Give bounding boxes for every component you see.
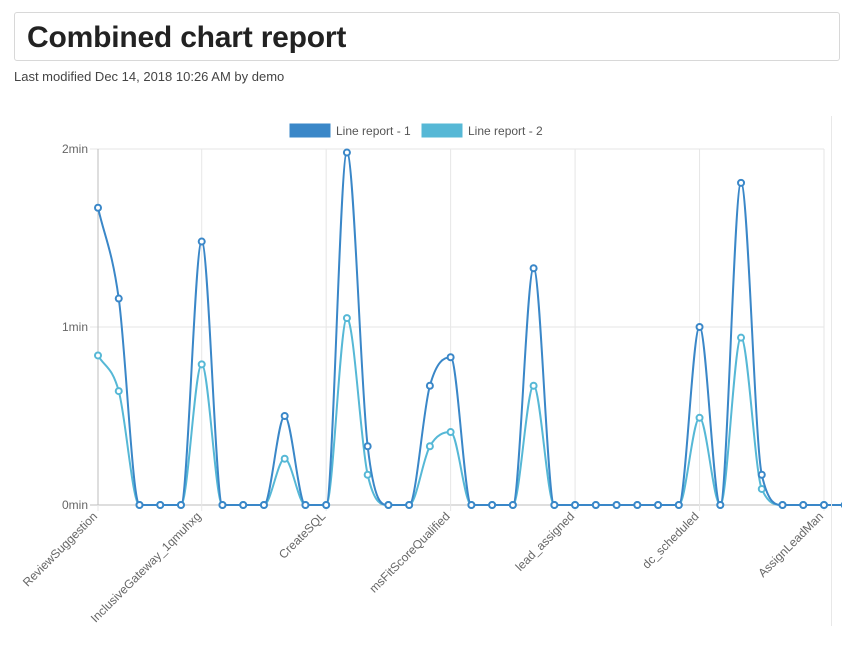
- legend-swatch-1: [290, 124, 330, 137]
- series-1-point: [95, 205, 101, 211]
- series-1-point: [697, 324, 703, 330]
- chart-panel: 0min 1min 2min ReviewSuggestionInclusiveGat…: [0, 112, 842, 652]
- x-tick-label: msFitScoreQualified: [366, 509, 452, 595]
- series-1-point: [261, 502, 267, 508]
- y-tick-label: 0min: [62, 498, 88, 512]
- series-2-point: [427, 443, 433, 449]
- line-chart: 0min 1min 2min ReviewSuggestionInclusiveGat…: [0, 112, 842, 652]
- series-1-point: [655, 502, 661, 508]
- series-1-point: [634, 502, 640, 508]
- series-1-point: [531, 265, 537, 271]
- title-box: Combined chart report: [14, 12, 840, 61]
- legend-label-2: Line report - 2: [468, 124, 543, 138]
- series-1-point: [717, 502, 723, 508]
- series-1-point: [240, 502, 246, 508]
- series-1-point: [489, 502, 495, 508]
- series-1-point: [157, 502, 163, 508]
- series-1-point: [551, 502, 557, 508]
- series-2-point: [365, 472, 371, 478]
- series-1: [95, 150, 842, 508]
- series-1-point: [302, 502, 308, 508]
- series-2-point: [531, 383, 537, 389]
- x-tick-label: lead_assigned: [513, 509, 578, 574]
- series-1-point: [365, 443, 371, 449]
- series-1-point: [800, 502, 806, 508]
- series-1-point: [510, 502, 516, 508]
- series-2-point: [759, 486, 765, 492]
- series-1-point: [821, 502, 827, 508]
- series-1-point: [572, 502, 578, 508]
- series-2-point: [448, 429, 454, 435]
- series-1-point: [282, 413, 288, 419]
- x-tick-label: ReviewSuggestion: [20, 509, 100, 589]
- series-1-point: [468, 502, 474, 508]
- series-1-point: [136, 502, 142, 508]
- series-1-line: [98, 153, 842, 505]
- series-1-point: [448, 354, 454, 360]
- last-modified-text: Last modified Dec 14, 2018 10:26 AM by d…: [14, 69, 284, 84]
- legend: Line report - 1 Line report - 2: [290, 124, 543, 138]
- series-1-point: [593, 502, 599, 508]
- series-2-point: [344, 315, 350, 321]
- series-1-point: [219, 502, 225, 508]
- series-1-point: [385, 502, 391, 508]
- series-1-point: [427, 383, 433, 389]
- series-1-point: [759, 472, 765, 478]
- series-1-point: [614, 502, 620, 508]
- series-2-point: [95, 352, 101, 358]
- series-2-point: [199, 361, 205, 367]
- x-tick-label: InclusiveGateway_1qmuhxg: [88, 509, 204, 625]
- series-2-point: [282, 456, 288, 462]
- series-1-point: [406, 502, 412, 508]
- series-1-point: [116, 296, 122, 302]
- legend-swatch-2: [422, 124, 462, 137]
- series-1-point: [676, 502, 682, 508]
- series-2-point: [116, 388, 122, 394]
- x-tick-label: dc_scheduled: [639, 509, 701, 571]
- y-tick-label: 2min: [62, 142, 88, 156]
- panel-divider: [831, 116, 832, 626]
- series-1-point: [178, 502, 184, 508]
- series-2-point: [738, 335, 744, 341]
- series-1-point: [344, 150, 350, 156]
- legend-label-1: Line report - 1: [336, 124, 411, 138]
- series-1-point: [199, 239, 205, 245]
- series-1-point: [323, 502, 329, 508]
- y-tick-label: 1min: [62, 320, 88, 334]
- series-1-point: [780, 502, 786, 508]
- series-1-point: [738, 180, 744, 186]
- series-2-point: [697, 415, 703, 421]
- page-title: Combined chart report: [27, 21, 346, 55]
- x-tick-label: CreateSQL: [276, 509, 329, 562]
- x-tick-label: AssignLeadMan: [755, 509, 826, 580]
